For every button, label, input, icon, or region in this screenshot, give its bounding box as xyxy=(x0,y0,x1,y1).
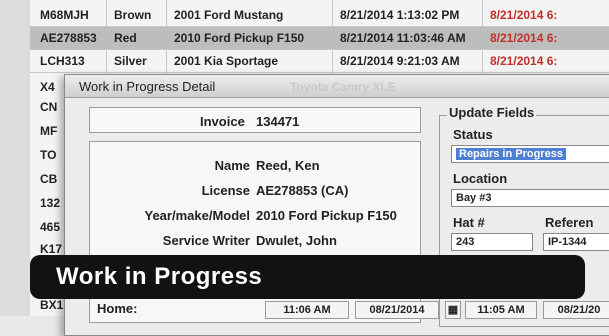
calendar-icon[interactable]: ▦ xyxy=(445,301,461,319)
plate-cell: AE278853 xyxy=(40,31,97,45)
invoice-value: 134471 xyxy=(256,114,300,129)
dialog-titlebar[interactable]: Work in Progress Detail Toyota Camry XLE xyxy=(65,75,609,98)
banner-text: Work in Progress xyxy=(56,263,263,290)
status-label: Status xyxy=(451,127,495,142)
update-fields-label: Update Fields xyxy=(447,105,537,120)
license-label: License xyxy=(201,183,250,198)
time-field-1[interactable]: 11:06 AM xyxy=(265,301,349,319)
table-row[interactable]: M68MJH Brown 2001 Ford Mustang 8/21/2014… xyxy=(30,4,609,27)
name-value: Reed, Ken xyxy=(256,158,320,173)
vehicle-cell: 2010 Ford Pickup F150 xyxy=(174,31,305,45)
left-column-cell: TO xyxy=(40,148,57,162)
color-cell: Brown xyxy=(114,8,152,22)
year-make-model-label: Year/make/Model xyxy=(144,208,251,223)
left-column-cell: K17 xyxy=(40,242,63,256)
location-field[interactable]: Bay #3 xyxy=(451,189,609,207)
invoice-box: Invoice 134471 xyxy=(89,107,421,133)
promised-cell: 8/21/2014 6: xyxy=(490,8,558,22)
color-cell: Silver xyxy=(114,54,147,68)
left-column-cell: 465 xyxy=(40,220,61,234)
promised-cell: 8/21/2014 6: xyxy=(490,54,558,68)
plate-cell: LCH313 xyxy=(40,54,85,68)
left-column-cell: BX1 xyxy=(40,298,64,312)
year-make-model-value: 2010 Ford Pickup F150 xyxy=(256,208,397,223)
reference-field[interactable]: IP-1344 xyxy=(543,233,609,251)
left-frame xyxy=(0,0,30,316)
time-in-cell: 8/21/2014 11:03:46 AM xyxy=(340,31,466,45)
left-column-cell: CB xyxy=(40,172,58,186)
hat-label: Hat # xyxy=(451,215,487,230)
service-writer-label: Service Writer xyxy=(162,233,250,248)
service-writer-value: Dwulet, John xyxy=(256,233,337,248)
status-value: Repairs in Progress xyxy=(456,148,566,160)
invoice-label: Invoice xyxy=(200,114,245,129)
home-label: Home: xyxy=(97,301,138,316)
date-field-1[interactable]: 08/21/2014 xyxy=(355,301,439,319)
table-row[interactable]: LCH313 Silver 2001 Kia Sportage 8/21/201… xyxy=(30,50,609,73)
left-column-cell: MF xyxy=(40,124,58,138)
dialog-title: Work in Progress Detail xyxy=(79,79,216,94)
left-column-cell: 132 xyxy=(40,196,61,210)
table-row[interactable]: AE278853 Red 2010 Ford Pickup F150 8/21/… xyxy=(30,27,609,50)
name-label: Name xyxy=(214,158,250,173)
status-field[interactable]: Repairs in Progress xyxy=(451,145,609,163)
plate-cell: M68MJH xyxy=(40,8,89,22)
time-in-cell: 8/21/2014 1:13:02 PM xyxy=(340,8,460,22)
time-field-2[interactable]: 11:05 AM xyxy=(465,301,537,319)
reference-label: Referen xyxy=(543,215,596,230)
date-field-2[interactable]: 08/21/20 xyxy=(543,301,609,319)
vehicle-cell: 2001 Kia Sportage xyxy=(174,54,279,68)
time-in-cell: 8/21/2014 9:21:03 AM xyxy=(340,54,460,68)
hat-field[interactable]: 243 xyxy=(451,233,533,251)
caption-banner: Work in Progress xyxy=(30,255,585,299)
license-value: AE278853 (CA) xyxy=(256,183,349,198)
vehicle-cell: 2001 Ford Mustang xyxy=(174,8,284,22)
promised-cell: 8/21/2014 6: xyxy=(490,31,558,45)
location-label: Location xyxy=(451,171,510,186)
color-cell: Red xyxy=(114,31,137,45)
left-column-cell: CN xyxy=(40,100,58,114)
left-column-cell: X4 xyxy=(40,80,55,94)
ghost-text: Toyota Camry XLE xyxy=(290,80,396,94)
